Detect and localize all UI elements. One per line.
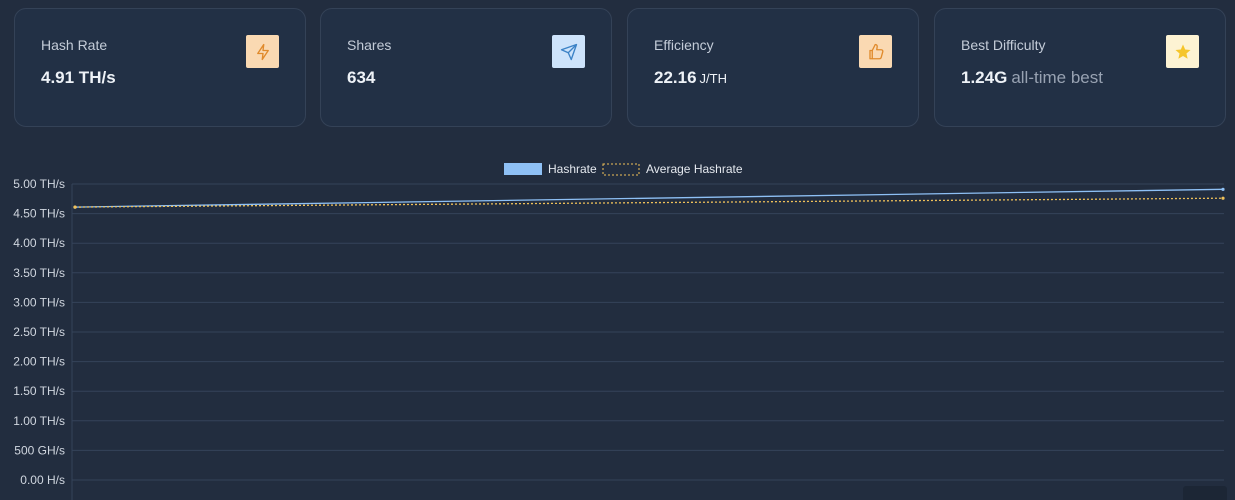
- efficiency-card: Efficiency 22.16 J/TH: [627, 8, 919, 127]
- star-icon: [1166, 35, 1199, 68]
- lightning-icon: [246, 35, 279, 68]
- thumbs-up-icon: [859, 35, 892, 68]
- efficiency-value: 22.16 J/TH: [654, 68, 727, 88]
- legend-average-label[interactable]: Average Hashrate: [646, 162, 743, 176]
- shares-value: 634: [347, 68, 376, 87]
- stats-cards: Hash Rate 4.91 TH/s Shares 634 Efficienc…: [14, 8, 1227, 129]
- y-axis-ticks: 0.00 H/s 500 GH/s 1.00 TH/s 1.50 TH/s 2.00 T…: [13, 177, 65, 487]
- y-tick-label: 3.00 TH/s: [13, 295, 65, 309]
- efficiency-label: Efficiency: [654, 37, 714, 53]
- best-difficulty-card: Best Difficulty 1.24G all-time best: [934, 8, 1226, 127]
- hashrate-point[interactable]: [1221, 187, 1225, 191]
- hashrate-line: [74, 188, 1224, 208]
- y-tick-label: 4.00 TH/s: [13, 236, 65, 250]
- scroll-corner: [1183, 486, 1227, 500]
- chart-lines: [73, 187, 1225, 209]
- y-tick-label: 2.50 TH/s: [13, 325, 65, 339]
- chart-legend[interactable]: Hashrate Average Hashrate: [504, 162, 743, 176]
- chart-grid: [71, 183, 1224, 500]
- efficiency-unit: J/TH: [699, 71, 727, 86]
- y-tick-label: 1.50 TH/s: [13, 384, 65, 398]
- hash-rate-label: Hash Rate: [41, 37, 108, 53]
- y-tick-label: 4.50 TH/s: [13, 207, 65, 221]
- hash-rate-value: 4.91 TH/s: [41, 68, 116, 87]
- best-difficulty-number: 1.24G: [961, 68, 1008, 87]
- hashrate-chart: 0.00 H/s 500 GH/s 1.00 TH/s 1.50 TH/s 2.00 T…: [13, 162, 1225, 500]
- average-hashrate-point[interactable]: [73, 205, 77, 209]
- hash-rate-card: Hash Rate 4.91 TH/s: [14, 8, 306, 127]
- y-tick-label: 2.00 TH/s: [13, 355, 65, 369]
- y-tick-label: 500 GH/s: [14, 443, 65, 457]
- best-difficulty-value: 1.24G all-time best: [961, 68, 1103, 88]
- y-tick-label: 3.50 TH/s: [13, 266, 65, 280]
- send-icon: [552, 35, 585, 68]
- efficiency-number: 22.16: [654, 68, 697, 87]
- legend-average-swatch[interactable]: [602, 163, 640, 176]
- average-hashrate-line: [74, 197, 1224, 208]
- average-hashrate-point[interactable]: [1221, 196, 1225, 200]
- y-tick-label: 0.00 H/s: [20, 473, 65, 487]
- shares-label: Shares: [347, 37, 392, 53]
- best-difficulty-suffix: all-time best: [1011, 68, 1103, 87]
- legend-hashrate-label[interactable]: Hashrate: [548, 162, 597, 176]
- y-tick-label: 5.00 TH/s: [13, 177, 65, 191]
- best-difficulty-label: Best Difficulty: [961, 37, 1046, 53]
- shares-card: Shares 634: [320, 8, 612, 127]
- legend-hashrate-swatch[interactable]: [504, 163, 542, 175]
- y-tick-label: 1.00 TH/s: [13, 414, 65, 428]
